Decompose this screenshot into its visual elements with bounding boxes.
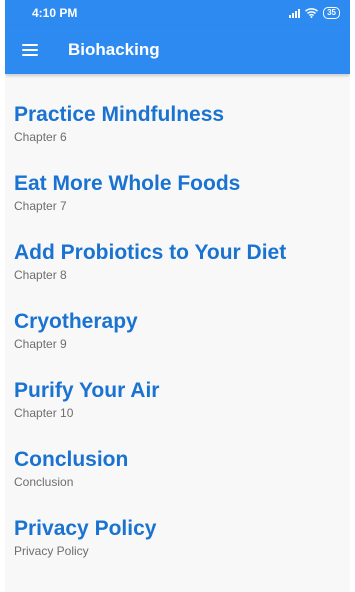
chapter-subtitle: Chapter 9 <box>14 337 67 351</box>
chapter-title: Purify Your Air <box>14 379 160 402</box>
status-icons: 35 <box>289 7 340 19</box>
chapter-title: Cryotherapy <box>14 310 138 333</box>
chapter-item[interactable]: Add Probiotics to Your Diet Chapter 8 <box>5 241 350 310</box>
chapter-item[interactable]: Conclusion Conclusion <box>5 448 350 517</box>
chapter-title: Privacy Policy <box>14 517 157 540</box>
chapter-subtitle: Privacy Policy <box>14 544 89 558</box>
chapter-list: Practice Mindfulness Chapter 6 Eat More … <box>5 74 350 586</box>
chapter-title: Eat More Whole Foods <box>14 172 241 195</box>
chapter-title: Practice Mindfulness <box>14 103 225 126</box>
app-screen: 4:10 PM 35 Biohacking Practice Mindfulne… <box>5 0 350 592</box>
chapter-item[interactable]: Eat More Whole Foods Chapter 7 <box>5 172 350 241</box>
chapter-item[interactable]: Practice Mindfulness Chapter 6 <box>5 103 350 172</box>
status-time: 4:10 PM <box>32 6 78 20</box>
chapter-subtitle: Conclusion <box>14 475 74 489</box>
app-bar: Biohacking <box>5 26 350 74</box>
hamburger-menu-icon[interactable] <box>5 26 55 74</box>
chapter-item[interactable]: Privacy Policy Privacy Policy <box>5 517 350 586</box>
chapter-title: Add Probiotics to Your Diet <box>14 241 287 264</box>
battery-icon: 35 <box>323 7 340 19</box>
chapter-item[interactable]: Purify Your Air Chapter 10 <box>5 379 350 448</box>
chapter-item[interactable]: Cryotherapy Chapter 9 <box>5 310 350 379</box>
chapter-subtitle: Chapter 7 <box>14 199 67 213</box>
wifi-icon <box>305 8 319 18</box>
app-title: Biohacking <box>68 40 160 59</box>
status-bar: 4:10 PM 35 <box>5 0 350 26</box>
chapter-subtitle: Chapter 6 <box>14 130 67 144</box>
chapter-subtitle: Chapter 10 <box>14 406 74 420</box>
chapter-title: Conclusion <box>14 448 129 471</box>
signal-icon <box>289 8 301 18</box>
chapter-subtitle: Chapter 8 <box>14 268 67 282</box>
